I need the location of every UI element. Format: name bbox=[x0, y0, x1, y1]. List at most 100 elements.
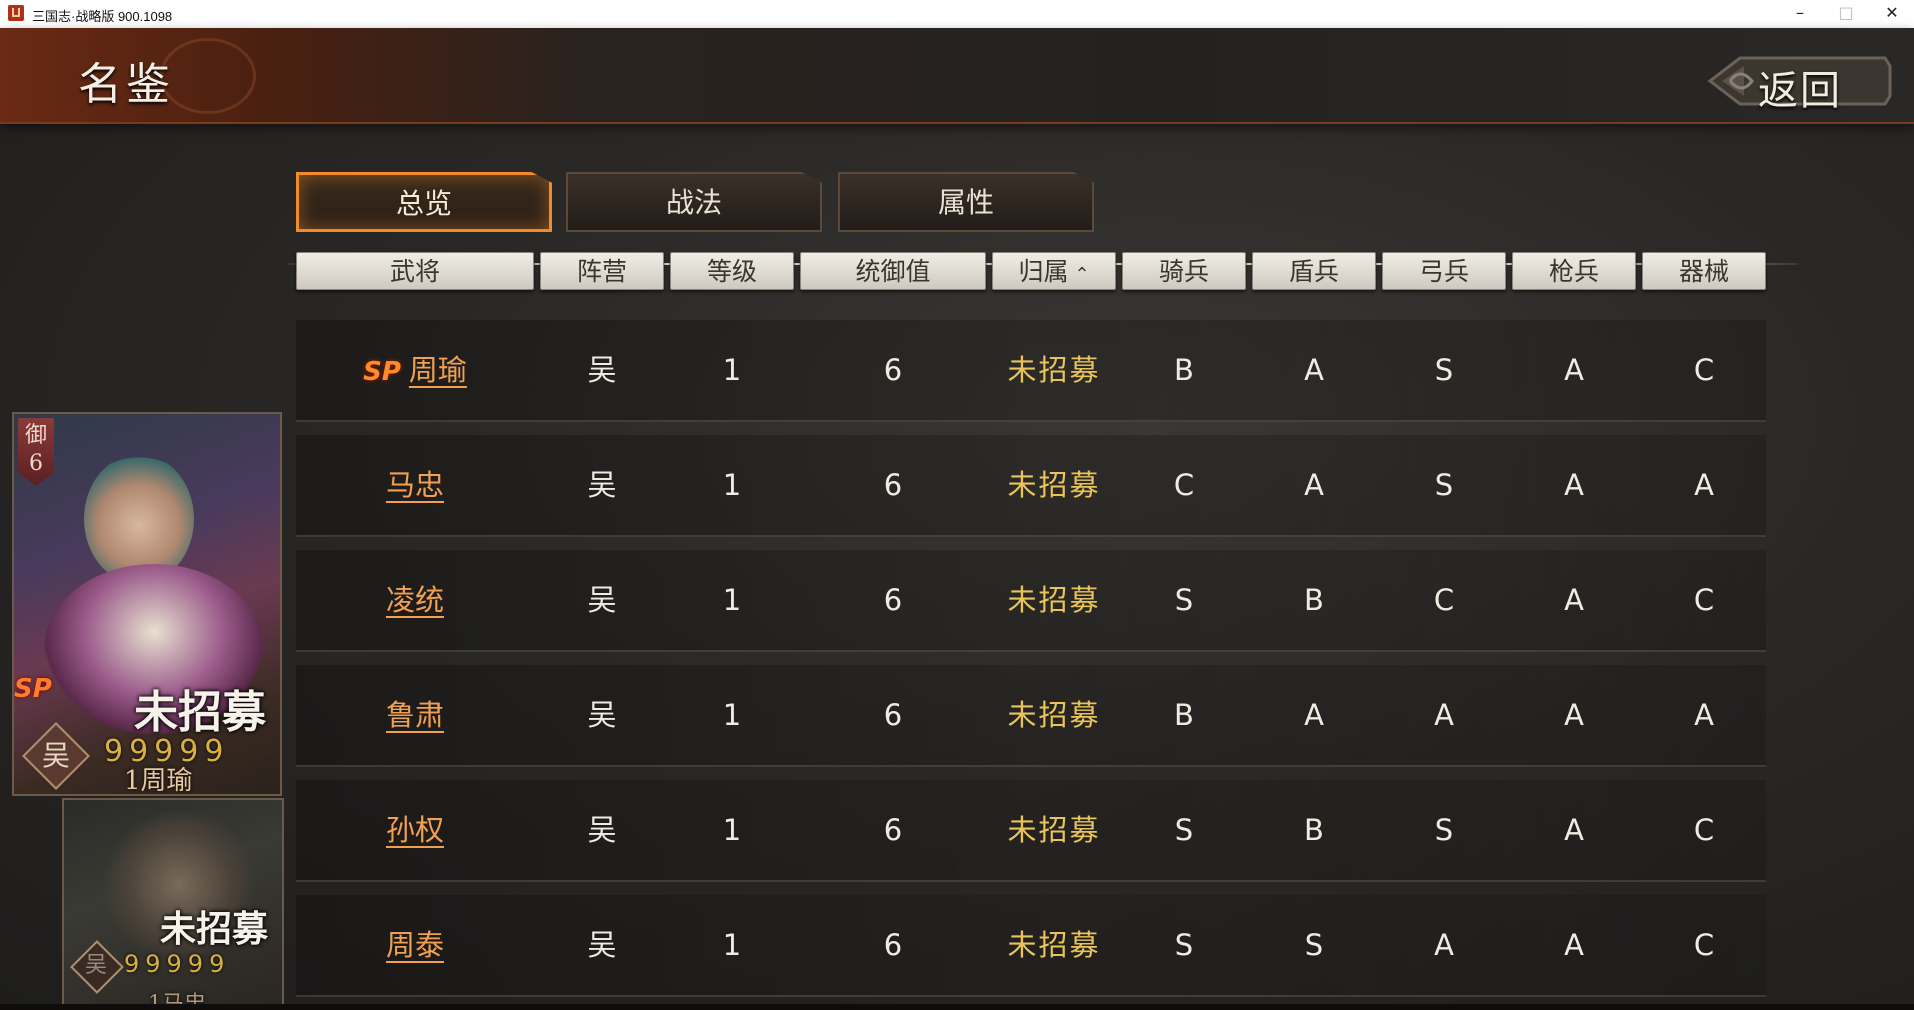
cell-siege: C bbox=[1693, 353, 1715, 387]
cell-faction: 吴 bbox=[587, 353, 617, 387]
cell-cost: 6 bbox=[883, 468, 903, 502]
cell-spear: A bbox=[1564, 698, 1584, 732]
table-row[interactable]: 马忠 吴 1 6 未招募 C A S A A bbox=[296, 435, 1766, 537]
cell-level: 1 bbox=[722, 928, 742, 962]
cell-cost: 6 bbox=[883, 928, 903, 962]
cell-cost: 6 bbox=[883, 583, 903, 617]
cell-siege: C bbox=[1693, 813, 1715, 847]
page-title: 名鉴 bbox=[78, 59, 174, 110]
general-name-link[interactable]: 周泰 bbox=[386, 928, 444, 962]
cell-name[interactable]: 孙权 bbox=[296, 780, 534, 880]
bottom-edge bbox=[0, 1004, 1914, 1010]
cell-name[interactable]: 马忠 bbox=[296, 435, 534, 535]
rank-tag: 御6 bbox=[18, 418, 54, 486]
cell-name[interactable]: SP 周瑜 bbox=[296, 320, 534, 420]
cloud-ornament-icon bbox=[160, 38, 256, 114]
cell-siege: A bbox=[1694, 468, 1714, 502]
page-header: 名鉴 返回 bbox=[0, 28, 1914, 124]
cell-spear: A bbox=[1564, 813, 1584, 847]
cell-name[interactable]: 周泰 bbox=[296, 895, 534, 995]
column-header-siege[interactable]: 器械 bbox=[1642, 252, 1766, 290]
card-name: 1周瑜 bbox=[124, 766, 193, 796]
window-title: 三国志·战略版 900.1098 bbox=[32, 9, 173, 24]
cell-siege: C bbox=[1693, 928, 1715, 962]
cell-faction: 吴 bbox=[587, 468, 617, 502]
cell-cavalry: S bbox=[1174, 813, 1194, 847]
general-name-link[interactable]: 周瑜 bbox=[409, 353, 467, 387]
column-header-level[interactable]: 等级 bbox=[670, 252, 794, 290]
cell-status: 未招募 bbox=[1007, 698, 1101, 732]
bean-icons: 99999 bbox=[124, 950, 231, 978]
cell-level: 1 bbox=[722, 583, 742, 617]
tab-tactics[interactable]: 战法 bbox=[566, 172, 822, 232]
cell-shield: B bbox=[1304, 583, 1324, 617]
cell-spear: A bbox=[1564, 928, 1584, 962]
cell-level: 1 bbox=[722, 353, 742, 387]
general-name-link[interactable]: 鲁肃 bbox=[386, 698, 444, 732]
cell-faction: 吴 bbox=[587, 698, 617, 732]
cell-archer: S bbox=[1434, 813, 1454, 847]
table-row[interactable]: 凌统 吴 1 6 未招募 S B C A C bbox=[296, 550, 1766, 652]
cell-cost: 6 bbox=[883, 353, 903, 387]
rank-label: 御 bbox=[24, 423, 47, 448]
app-icon bbox=[8, 5, 24, 21]
tab-attributes[interactable]: 属性 bbox=[838, 172, 1094, 232]
column-header-faction[interactable]: 阵营 bbox=[540, 252, 664, 290]
minimize-button[interactable]: – bbox=[1777, 0, 1823, 28]
column-header-cavalry[interactable]: 骑兵 bbox=[1122, 252, 1246, 290]
cell-name[interactable]: 鲁肃 bbox=[296, 665, 534, 765]
tab-overview[interactable]: 总览 bbox=[296, 172, 552, 232]
cell-spear: A bbox=[1564, 468, 1584, 502]
cell-faction: 吴 bbox=[587, 583, 617, 617]
card-status: 未招募 bbox=[134, 687, 266, 738]
general-name-link[interactable]: 凌统 bbox=[386, 583, 444, 617]
cell-level: 1 bbox=[722, 698, 742, 732]
table-row[interactable]: SP 周瑜 吴 1 6 未招募 B A S A C bbox=[296, 320, 1766, 422]
general-name-link[interactable]: 孙权 bbox=[386, 813, 444, 847]
game-area: 名鉴 返回 总览 战法 属性 武将 阵营 等级 统御值 归属 ⌃ 骑兵 盾兵 弓兵… bbox=[0, 28, 1914, 1010]
column-header-spear[interactable]: 枪兵 bbox=[1512, 252, 1636, 290]
cell-status: 未招募 bbox=[1007, 928, 1101, 962]
cell-shield: B bbox=[1304, 813, 1324, 847]
cell-shield: A bbox=[1304, 468, 1324, 502]
cell-spear: A bbox=[1564, 583, 1584, 617]
general-card-mazhong[interactable]: 未招募 吴 99999 1马忠 bbox=[62, 798, 284, 1010]
cell-level: 1 bbox=[722, 813, 742, 847]
cell-archer: S bbox=[1434, 468, 1454, 502]
cell-archer: S bbox=[1434, 353, 1454, 387]
cell-status: 未招募 bbox=[1007, 353, 1101, 387]
chevron-up-icon: ⌃ bbox=[1074, 264, 1090, 285]
sp-badge-icon: SP bbox=[14, 674, 52, 704]
general-name-link[interactable]: 马忠 bbox=[386, 468, 444, 502]
table-row[interactable]: 鲁肃 吴 1 6 未招募 B A A A A bbox=[296, 665, 1766, 767]
cell-cavalry: B bbox=[1174, 353, 1194, 387]
column-header-shield[interactable]: 盾兵 bbox=[1252, 252, 1376, 290]
cell-cavalry: C bbox=[1173, 468, 1195, 502]
cell-cost: 6 bbox=[883, 813, 903, 847]
table-row[interactable]: 孙权 吴 1 6 未招募 S B S A C bbox=[296, 780, 1766, 882]
cell-archer: C bbox=[1433, 583, 1455, 617]
close-button[interactable]: ✕ bbox=[1869, 0, 1914, 28]
table-row[interactable]: 周泰 吴 1 6 未招募 S S A A C bbox=[296, 895, 1766, 997]
cell-cavalry: S bbox=[1174, 928, 1194, 962]
back-button[interactable]: 返回 bbox=[1700, 46, 1895, 116]
cell-cavalry: B bbox=[1174, 698, 1194, 732]
column-header-cost[interactable]: 统御值 bbox=[800, 252, 986, 290]
window-titlebar: 三国志·战略版 900.1098 – □ ✕ bbox=[0, 0, 1914, 28]
cell-cost: 6 bbox=[883, 698, 903, 732]
back-label: 返回 bbox=[1758, 68, 1842, 114]
maximize-button[interactable]: □ bbox=[1823, 0, 1869, 28]
column-header-affiliation[interactable]: 归属 ⌃ bbox=[992, 252, 1116, 290]
cell-status: 未招募 bbox=[1007, 468, 1101, 502]
rank-value: 6 bbox=[29, 451, 43, 476]
column-header-archer[interactable]: 弓兵 bbox=[1382, 252, 1506, 290]
column-header-affiliation-label: 归属 bbox=[1018, 257, 1069, 286]
cell-name[interactable]: 凌统 bbox=[296, 550, 534, 650]
cell-faction: 吴 bbox=[587, 813, 617, 847]
column-header-general[interactable]: 武将 bbox=[296, 252, 534, 290]
cell-siege: C bbox=[1693, 583, 1715, 617]
cell-faction: 吴 bbox=[587, 928, 617, 962]
general-card-zhouyu[interactable]: 御6 SP 未招募 吴 99999 1周瑜 bbox=[12, 412, 282, 796]
cell-spear: A bbox=[1564, 353, 1584, 387]
card-faction: 吴 bbox=[84, 953, 107, 978]
